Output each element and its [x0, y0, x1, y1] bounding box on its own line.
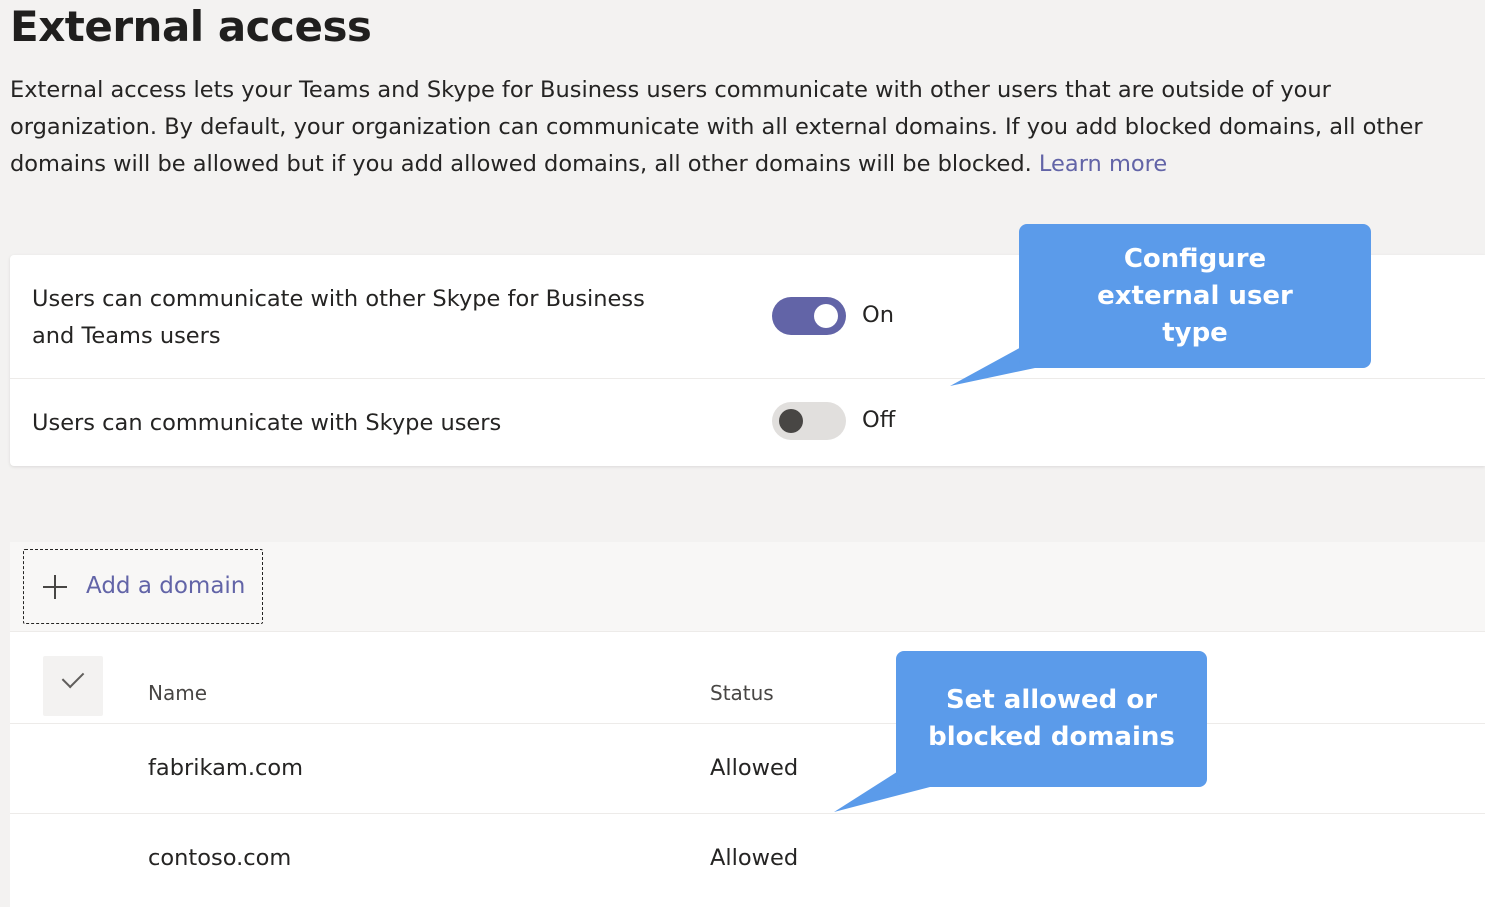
toggle-knob	[814, 304, 838, 328]
domain-status-cell: Allowed	[710, 755, 799, 781]
toggle-knob	[779, 409, 803, 433]
skype-users-toggle-state: Off	[862, 407, 896, 433]
add-domain-button[interactable]: Add a domain	[23, 549, 263, 624]
domain-name-cell: contoso.com	[148, 845, 292, 871]
domains-card: Add a domain Name Status fabrikam.com Al…	[10, 542, 1485, 907]
domains-command-bar: Add a domain	[10, 542, 1485, 632]
domains-table-header: Name Status	[10, 632, 1485, 724]
column-header-name[interactable]: Name	[148, 681, 207, 705]
page-title: External access	[10, 2, 372, 51]
callout-set-domains: Set allowed or blocked domains	[896, 651, 1207, 787]
callout-text-domains: Set allowed or blocked domains	[928, 685, 1175, 752]
add-domain-label: Add a domain	[86, 573, 246, 599]
description-text: External access lets your Teams and Skyp…	[10, 77, 1423, 177]
column-header-status[interactable]: Status	[710, 681, 774, 705]
select-all-checkbox[interactable]	[43, 656, 103, 716]
setting-label-teams-users: Users can communicate with other Skype f…	[32, 286, 645, 349]
domain-name-cell: fabrikam.com	[148, 755, 304, 781]
setting-row-skype-users: Users can communicate with Skype users O…	[10, 379, 1485, 466]
domain-status-cell: Allowed	[710, 845, 799, 871]
skype-users-toggle[interactable]	[772, 402, 846, 440]
table-row[interactable]: fabrikam.com Allowed	[10, 724, 1485, 814]
callout-text-user-type: Configure external user type	[1097, 243, 1293, 348]
callout-configure-user-type: Configure external user type	[1019, 224, 1371, 368]
page-description: External access lets your Teams and Skyp…	[10, 72, 1475, 183]
table-row[interactable]: contoso.com Allowed	[10, 814, 1485, 903]
learn-more-link[interactable]: Learn more	[1039, 151, 1167, 177]
external-access-page: External access External access lets you…	[0, 0, 1485, 907]
teams-users-toggle-state: On	[862, 302, 894, 328]
setting-label-skype-users: Users can communicate with Skype users	[32, 410, 502, 436]
check-icon	[61, 665, 85, 689]
teams-users-toggle[interactable]	[772, 297, 846, 335]
plus-icon	[43, 575, 67, 599]
